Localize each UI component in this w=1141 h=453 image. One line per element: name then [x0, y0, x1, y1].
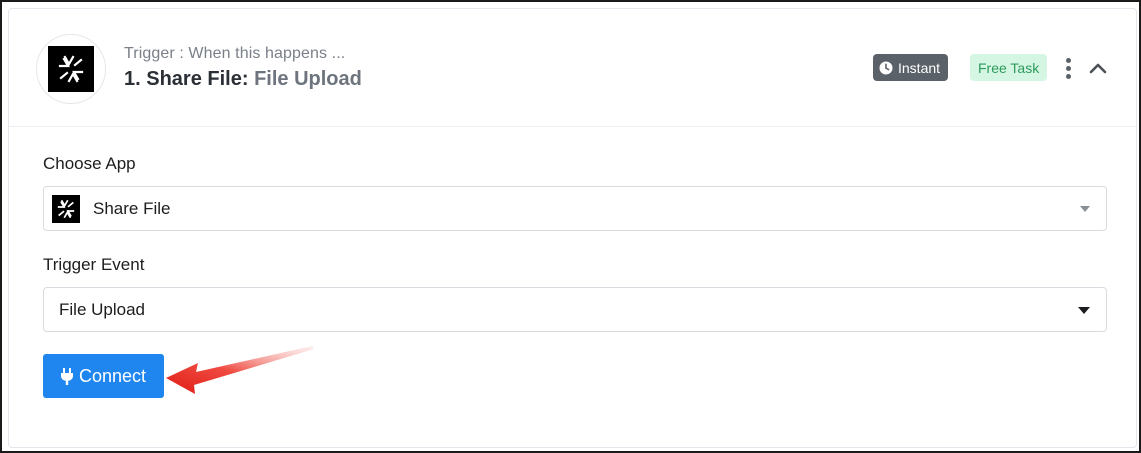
choose-app-value: Share File — [93, 198, 171, 218]
connect-button-label: Connect — [78, 365, 147, 386]
instant-badge-label: Instant — [898, 59, 941, 76]
free-task-badge: Free Task — [970, 54, 1048, 81]
trigger-event-label: Trigger Event — [43, 255, 145, 274]
step-header[interactable]: Trigger : When this happens ... 1. Share… — [9, 9, 1136, 127]
choose-app-select[interactable]: Share File — [43, 186, 1107, 231]
kebab-menu-icon[interactable] — [1061, 55, 1075, 81]
screenshot-frame: Trigger : When this happens ... 1. Share… — [0, 0, 1141, 453]
trigger-step-card: Trigger : When this happens ... 1. Share… — [8, 8, 1137, 448]
chevron-down-icon — [1078, 306, 1090, 314]
trigger-event-value: File Upload — [59, 299, 145, 319]
step-title-prefix: 1. Share File: — [124, 68, 249, 90]
step-title-event: File Upload — [254, 68, 362, 90]
share-file-logo-icon — [52, 194, 80, 223]
app-avatar — [36, 34, 106, 104]
connect-button[interactable]: Connect — [43, 354, 164, 398]
chevron-down-icon — [1080, 205, 1090, 212]
clock-icon — [879, 61, 893, 75]
chevron-up-icon[interactable] — [1087, 57, 1109, 79]
share-file-logo-icon — [48, 46, 94, 92]
plug-icon — [60, 367, 73, 385]
trigger-subtitle: Trigger : When this happens ... — [124, 45, 346, 62]
free-task-label: Free Task — [978, 59, 1040, 76]
step-title: 1. Share File: File Upload — [124, 68, 362, 91]
choose-app-label: Choose App — [43, 154, 136, 173]
trigger-event-select[interactable]: File Upload — [43, 287, 1107, 332]
instant-badge: Instant — [873, 54, 949, 81]
